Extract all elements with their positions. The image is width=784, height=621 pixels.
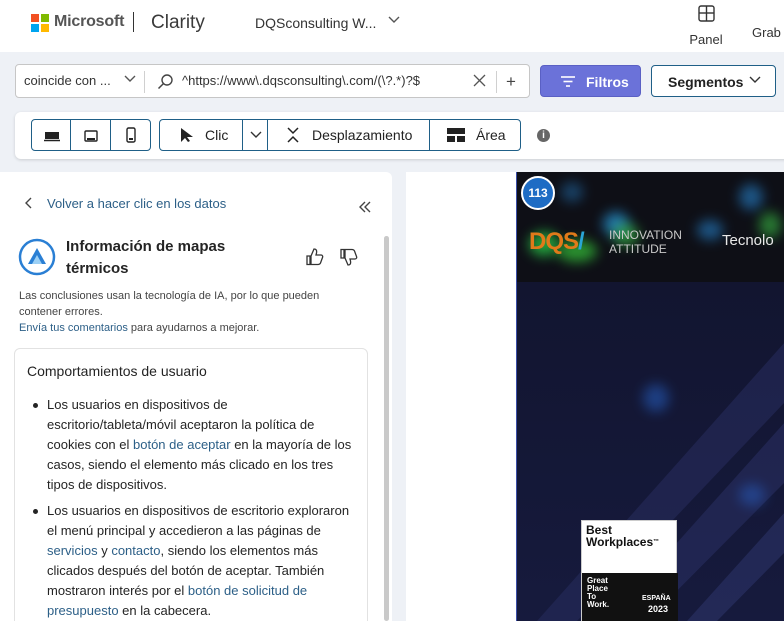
copilot-insights-icon xyxy=(18,238,56,276)
list-item: Los usuarios en dispositivos de escritor… xyxy=(27,395,357,495)
chevron-down-icon xyxy=(749,76,761,83)
panel-label: Panel xyxy=(689,32,723,47)
list-item: Los usuarios en dispositivos de escritor… xyxy=(27,501,357,621)
back-link-label: Volver a hacer clic en los datos xyxy=(47,196,227,211)
site-logo-slash: / xyxy=(578,228,585,255)
panel-gap xyxy=(392,172,406,621)
badge-trademark: ™ xyxy=(653,539,660,545)
area-mode-button[interactable]: Área xyxy=(430,120,520,150)
desktop-device-button[interactable] xyxy=(32,120,72,150)
area-icon xyxy=(447,128,465,142)
url-pattern-input[interactable]: ^https://www\.dqsconsulting\.com/(\?.*)?… xyxy=(182,73,420,88)
feedback-link[interactable]: Envía tus comentarios xyxy=(19,322,128,334)
gptw-line: Work. xyxy=(587,600,610,609)
badge-title-line: Workplaces™ xyxy=(586,536,659,548)
filters-button[interactable]: Filtros xyxy=(540,65,641,97)
panel-button[interactable]: Panel xyxy=(680,2,732,47)
heat-spot xyxy=(739,484,765,506)
heat-spot xyxy=(739,184,763,210)
close-icon[interactable] xyxy=(473,74,486,87)
filter-icon xyxy=(561,76,575,87)
thumbs-down-icon[interactable] xyxy=(339,247,359,267)
search-icon xyxy=(157,74,173,90)
url-filter: coincide con ... ^https://www\.dqsconsul… xyxy=(15,64,530,98)
bullet-text: en la cabecera. xyxy=(118,603,212,618)
site-logo-text: DQS xyxy=(529,228,579,255)
insights-panel: Volver a hacer clic en los datos Informa… xyxy=(0,172,392,621)
click-mode-label: Clic xyxy=(205,127,229,143)
click-mode-button[interactable]: Clic xyxy=(160,120,268,150)
area-mode-label: Área xyxy=(476,127,506,143)
ai-disclaimer: Las conclusiones usan la tecnología de I… xyxy=(19,290,320,318)
cursor-icon xyxy=(181,128,193,142)
chevron-down-icon[interactable] xyxy=(124,75,136,83)
heat-spot xyxy=(643,384,669,412)
product-name[interactable]: Clarity xyxy=(151,12,205,34)
info-icon[interactable]: i xyxy=(537,129,550,142)
behaviors-list: Los usuarios en dispositivos de escritor… xyxy=(27,395,357,621)
heatmap-toolbar: Clic Desplazamiento Área i xyxy=(15,112,784,159)
site-tagline: INNOVATION ATTITUDE xyxy=(609,228,682,256)
click-count-badge[interactable]: 113 xyxy=(521,176,555,210)
chevron-left-icon xyxy=(25,197,32,209)
bullet-text: Los usuarios en dispositivos de escritor… xyxy=(47,503,350,538)
recordings-button[interactable]: Grab xyxy=(752,25,781,40)
desktop-icon xyxy=(44,132,60,142)
add-filter-button[interactable]: + xyxy=(506,73,516,90)
feedback-suffix: para ayudarnos a mejorar. xyxy=(127,322,260,334)
microsoft-brand: Microsoft xyxy=(54,13,125,30)
feedback-line: Envía tus comentarios para ayudarnos a m… xyxy=(19,322,364,334)
best-workplaces-badge: Best Workplaces™ Great Place To Work. ESP… xyxy=(581,520,678,621)
page-canvas-margin xyxy=(406,172,516,621)
chevron-down-icon[interactable] xyxy=(388,16,400,24)
tablet-device-button[interactable] xyxy=(71,120,111,150)
site-nav-item: Tecnolo xyxy=(722,232,774,249)
heatmap-mode-selector: Clic Desplazamiento Área xyxy=(159,119,521,151)
site-logo: DQS/ xyxy=(529,228,585,256)
accept-button-link[interactable]: botón de aceptar xyxy=(133,437,231,452)
filters-label: Filtros xyxy=(586,74,629,90)
panel-scrollbar-thumb[interactable] xyxy=(384,236,389,621)
heat-spot xyxy=(697,220,723,240)
badge-year: 2023 xyxy=(648,604,669,614)
match-type-select[interactable]: coincide con ... xyxy=(24,73,111,88)
scroll-mode-button[interactable]: Desplazamiento xyxy=(268,120,430,150)
click-mode-dropdown[interactable] xyxy=(242,120,268,150)
contact-link[interactable]: contacto xyxy=(111,543,160,558)
segments-button[interactable]: Segmentos xyxy=(651,65,776,97)
tagline-line: INNOVATION xyxy=(609,228,682,242)
badge-title: Best Workplaces™ xyxy=(586,524,659,548)
chevron-down-icon xyxy=(250,131,262,138)
card-title: Comportamientos de usuario xyxy=(27,363,207,379)
microsoft-logo-icon xyxy=(31,14,49,32)
services-link[interactable]: servicios xyxy=(47,543,98,558)
tagline-line: ATTITUDE xyxy=(609,242,667,256)
mobile-icon xyxy=(125,127,136,143)
segments-label: Segmentos xyxy=(668,74,744,90)
thumbs-up-icon[interactable] xyxy=(305,247,325,267)
badge-title-word: Workplaces xyxy=(586,535,654,549)
device-selector xyxy=(31,119,151,151)
insights-title: Información de mapas térmicos xyxy=(66,238,226,277)
scroll-mode-label: Desplazamiento xyxy=(312,127,413,143)
user-behaviors-card: Comportamientos de usuario Los usuarios … xyxy=(14,348,368,621)
header-divider xyxy=(133,12,134,32)
gptw-logo: Great Place To Work. xyxy=(587,577,609,609)
bullet-text: y xyxy=(97,543,112,558)
badge-footer: Great Place To Work. ESPAÑA 2023 xyxy=(582,573,678,621)
collapse-panel-icon[interactable] xyxy=(358,201,372,213)
top-bar: Microsoft Clarity DQSconsulting W... Pan… xyxy=(0,0,784,52)
filter-divider xyxy=(496,71,497,93)
badge-country: ESPAÑA xyxy=(642,595,671,602)
scroll-icon xyxy=(287,127,299,143)
heatmap-view[interactable]: 113 DQS/ INNOVATION ATTITUDE Tecnolo Best… xyxy=(516,172,784,621)
filter-divider xyxy=(144,71,145,93)
mobile-device-button[interactable] xyxy=(111,120,150,150)
dashboard-icon xyxy=(697,5,715,22)
tablet-icon xyxy=(84,130,99,142)
project-selector[interactable]: DQSconsulting W... xyxy=(255,15,376,31)
heat-spot xyxy=(561,182,583,202)
